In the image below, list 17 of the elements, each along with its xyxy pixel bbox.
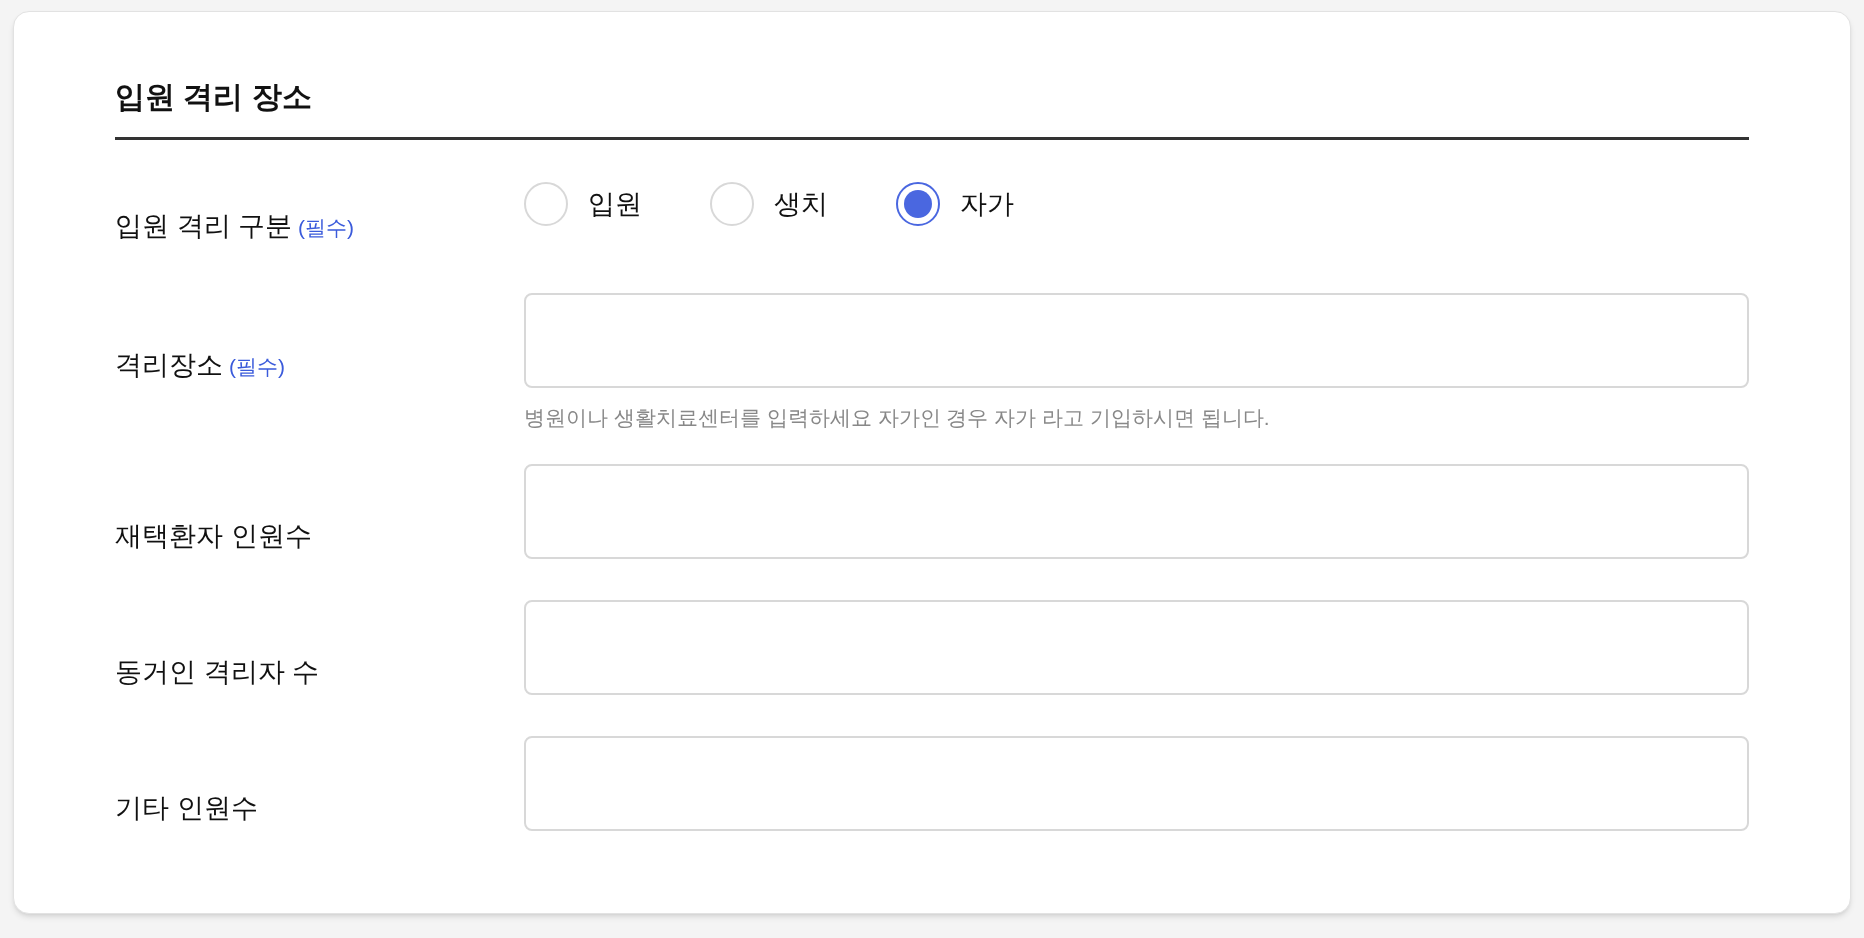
field-label: 동거인 격리자 수 xyxy=(115,656,319,689)
section-title: 입원 격리 장소 xyxy=(115,74,1749,140)
help-text: 병원이나 생활치료센터를 입력하세요 자가인 경우 자가 라고 기입하시면 됩니다. xyxy=(524,405,1271,431)
field-label: 격리장소 xyxy=(115,349,223,382)
input-field[interactable] xyxy=(524,293,1749,388)
field-label: 기타 인원수 xyxy=(115,792,258,825)
input-field[interactable] xyxy=(524,600,1749,695)
input-field[interactable] xyxy=(524,464,1749,559)
radio-option[interactable]: 입원 xyxy=(524,182,642,226)
input-field[interactable] xyxy=(524,736,1749,831)
required-note: (필수) xyxy=(298,215,354,241)
radio-button[interactable] xyxy=(896,182,940,226)
required-note: (필수) xyxy=(229,354,285,380)
radio-option[interactable]: 자가 xyxy=(896,182,1014,226)
radio-option[interactable]: 생치 xyxy=(710,182,828,226)
field-label: 입원 격리 구분 xyxy=(115,210,292,243)
field-label: 재택환자 인원수 xyxy=(115,520,312,553)
